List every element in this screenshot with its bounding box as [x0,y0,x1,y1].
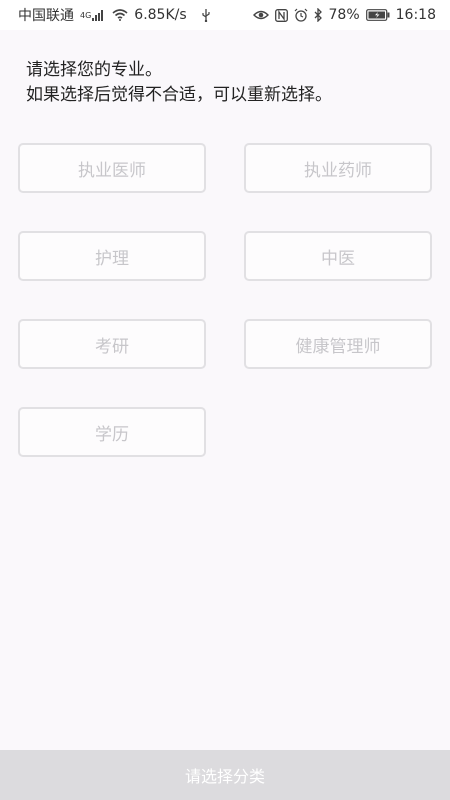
battery-percent: 78% [328,7,360,23]
option-practicing-physician[interactable]: 执业医师 [18,143,206,193]
carrier-name: 中国联通 [18,8,74,24]
major-options-grid: 执业医师 执业药师 护理 中医 考研 健康管理师 学历 [18,143,432,457]
network-type: 4G [80,10,92,20]
status-bar: 中国联通 4G 6.85K/s 78% 16:18 [0,0,450,30]
nfc-icon [274,8,288,22]
battery-icon [365,9,390,21]
option-health-manager[interactable]: 健康管理师 [244,319,432,369]
eye-comfort-icon [252,9,269,21]
option-practicing-pharmacist[interactable]: 执业药师 [244,143,432,193]
option-postgraduate-exam[interactable]: 考研 [18,319,206,369]
alarm-icon [294,8,308,22]
signal-icon: 4G [80,9,106,21]
select-category-button[interactable]: 请选择分类 [0,750,450,800]
option-nursing[interactable]: 护理 [18,231,206,281]
network-speed: 6.85K/s [134,7,187,23]
select-category-label: 请选择分类 [184,767,265,786]
intro-line-2: 如果选择后觉得不合适，可以重新选择。 [26,85,332,105]
usb-icon [201,8,211,22]
wifi-icon [112,9,128,21]
bluetooth-icon [314,8,323,22]
option-chinese-medicine[interactable]: 中医 [244,231,432,281]
clock-time: 16:18 [395,7,436,23]
option-academic-degree[interactable]: 学历 [18,407,206,457]
intro-line-1: 请选择您的专业。 [26,60,162,80]
intro-text: 请选择您的专业。 如果选择后觉得不合适，可以重新选择。 [26,58,426,108]
